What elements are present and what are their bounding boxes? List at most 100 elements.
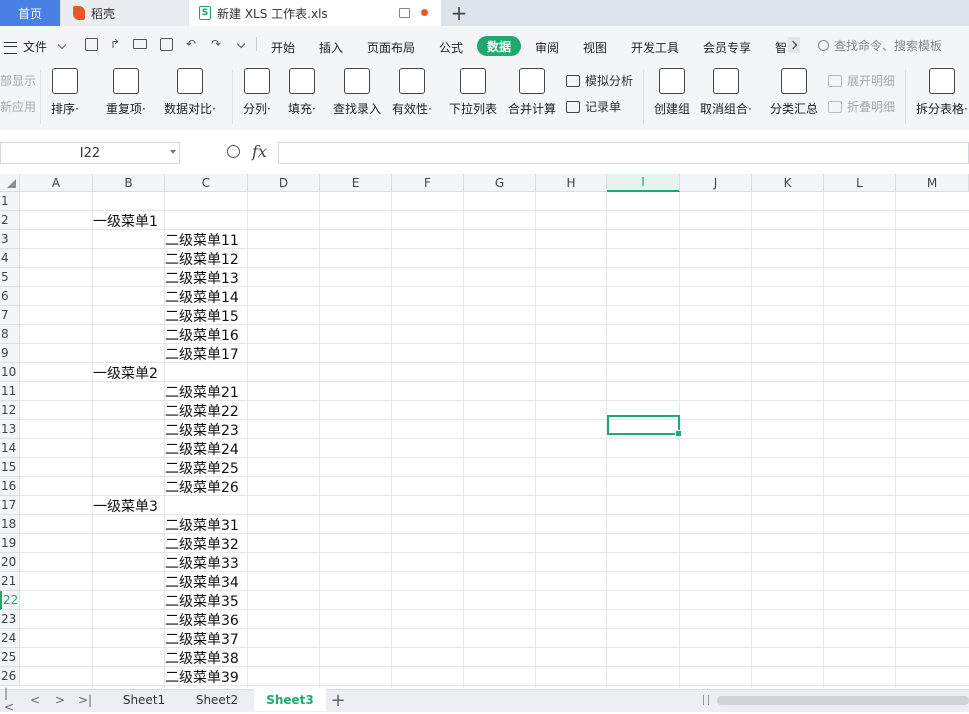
name-box[interactable]: I22 [0, 142, 180, 164]
column-header-L[interactable]: L [824, 174, 896, 192]
menu-member[interactable]: 会员专享 [703, 39, 751, 56]
cell-C19[interactable]: 二级菜单32 [165, 534, 239, 553]
cell-C5[interactable]: 二级菜单13 [165, 268, 239, 287]
sort-button[interactable]: 排序· [51, 68, 79, 117]
menu-insert[interactable]: 插入 [319, 39, 343, 56]
sheet-tab-sheet3[interactable]: Sheet3 [254, 689, 326, 711]
file-menu[interactable]: 文件 [4, 38, 67, 55]
cell-C21[interactable]: 二级菜单34 [165, 572, 239, 591]
command-search[interactable]: 查找命令、搜索模板 [818, 37, 968, 53]
sheet-tab-sheet2[interactable]: Sheet2 [181, 689, 253, 711]
merge-calc-button[interactable]: 合并计算 [508, 68, 556, 117]
cell-C9[interactable]: 二级菜单17 [165, 344, 239, 363]
window-restore-icon[interactable] [399, 8, 410, 18]
cell-B17[interactable]: 一级菜单3 [93, 496, 158, 515]
menu-formula[interactable]: 公式 [439, 39, 463, 56]
row-header-24[interactable]: 24 [0, 629, 20, 648]
scroll-divider[interactable] [703, 695, 709, 705]
dropdown-list-button[interactable]: 下拉列表 [449, 68, 497, 117]
row-header-25[interactable]: 25 [0, 648, 20, 667]
split-column-button[interactable]: 分列· [243, 68, 271, 117]
record-button[interactable]: 记录单 [566, 98, 621, 115]
column-header-A[interactable]: A [20, 174, 93, 192]
menu-data[interactable]: 数据 [477, 36, 521, 56]
column-header-G[interactable]: G [464, 174, 536, 192]
column-header-M[interactable]: M [896, 174, 969, 192]
add-sheet-button[interactable]: + [330, 690, 346, 711]
tab-document[interactable]: S 新建 XLS 工作表.xls [189, 0, 441, 26]
reapply-button[interactable]: 新应用 [0, 98, 36, 115]
column-header-I[interactable]: I [607, 174, 680, 192]
select-all-corner[interactable] [0, 174, 20, 192]
print-icon[interactable] [133, 37, 147, 51]
menu-page-layout[interactable]: 页面布局 [367, 39, 415, 56]
cell-C25[interactable]: 二级菜单38 [165, 648, 239, 667]
validity-button[interactable]: 有效性· [392, 68, 432, 117]
cell-C11[interactable]: 二级菜单21 [165, 382, 239, 401]
row-header-6[interactable]: 6 [0, 287, 20, 306]
row-header-5[interactable]: 5 [0, 268, 20, 287]
row-header-12[interactable]: 12 [0, 401, 20, 420]
row-header-4[interactable]: 4 [0, 249, 20, 268]
cell-C26[interactable]: 二级菜单39 [165, 667, 239, 686]
cell-C23[interactable]: 二级菜单36 [165, 610, 239, 629]
cell-C6[interactable]: 二级菜单14 [165, 287, 239, 306]
cell-C16[interactable]: 二级菜单26 [165, 477, 239, 496]
row-header-21[interactable]: 21 [0, 572, 20, 591]
column-header-H[interactable]: H [536, 174, 607, 192]
prev-sheet-icon[interactable]: < [28, 692, 42, 708]
row-header-17[interactable]: 17 [0, 496, 20, 515]
cell-B10[interactable]: 一级菜单2 [93, 363, 158, 382]
column-header-E[interactable]: E [320, 174, 392, 192]
row-header-2[interactable]: 2 [0, 211, 20, 230]
next-sheet-icon[interactable]: > [53, 692, 67, 708]
collapse-detail-button[interactable]: 折叠明细 [828, 98, 895, 115]
fill-handle[interactable] [675, 430, 682, 437]
print-preview-icon[interactable] [159, 37, 173, 51]
new-tab-button[interactable]: + [448, 0, 470, 26]
redo-icon[interactable]: ↷ [209, 37, 223, 51]
selected-cell-I22[interactable] [607, 415, 682, 437]
menu-review[interactable]: 审阅 [535, 39, 559, 56]
column-header-C[interactable]: C [165, 174, 248, 192]
tab-docer[interactable]: 稻壳 [61, 0, 188, 26]
zoom-formula-icon[interactable] [227, 145, 240, 158]
row-header-14[interactable]: 14 [0, 439, 20, 458]
cell-C20[interactable]: 二级菜单33 [165, 553, 239, 572]
row-header-9[interactable]: 9 [0, 344, 20, 363]
cell-C13[interactable]: 二级菜单23 [165, 420, 239, 439]
last-sheet-icon[interactable]: >| [78, 692, 92, 708]
row-header-18[interactable]: 18 [0, 515, 20, 534]
row-header-8[interactable]: 8 [0, 325, 20, 344]
column-header-B[interactable]: B [93, 174, 165, 192]
split-table-button[interactable]: 拆分表格· [916, 68, 968, 117]
formula-input[interactable] [278, 142, 969, 164]
row-header-1[interactable]: 1 [0, 192, 20, 211]
fill-button[interactable]: 填充· [288, 68, 316, 117]
column-header-K[interactable]: K [752, 174, 824, 192]
group-button[interactable]: 创建组 [654, 68, 690, 117]
row-header-19[interactable]: 19 [0, 534, 20, 553]
menu-smart[interactable]: 智 [775, 39, 787, 56]
row-header-23[interactable]: 23 [0, 610, 20, 629]
row-header-7[interactable]: 7 [0, 306, 20, 325]
horizontal-scrollbar[interactable] [717, 696, 969, 705]
cell-C14[interactable]: 二级菜单24 [165, 439, 239, 458]
duplicates-button[interactable]: 重复项· [106, 68, 146, 117]
cell-C3[interactable]: 二级菜单11 [165, 230, 239, 249]
compare-button[interactable]: 数据对比· [164, 68, 216, 117]
row-header-13[interactable]: 13 [0, 420, 20, 439]
save-icon[interactable] [84, 37, 98, 51]
column-header-J[interactable]: J [680, 174, 752, 192]
show-all-button[interactable]: 部显示 [0, 72, 36, 89]
spreadsheet-grid[interactable]: ABCDEFGHIJKLM 1 2 3 4 5 6 7 8 9 10 11 12 13 14 15 16 17 1… [0, 174, 969, 688]
row-header-26[interactable]: 26 [0, 667, 20, 686]
customize-toolbar-icon[interactable] [234, 37, 248, 51]
row-header-20[interactable]: 20 [0, 553, 20, 572]
cell-C18[interactable]: 二级菜单31 [165, 515, 239, 534]
cell-B2[interactable]: 一级菜单1 [93, 211, 158, 230]
row-header-11[interactable]: 11 [0, 382, 20, 401]
menu-view[interactable]: 视图 [583, 39, 607, 56]
cell-C4[interactable]: 二级菜单12 [165, 249, 239, 268]
cell-C15[interactable]: 二级菜单25 [165, 458, 239, 477]
